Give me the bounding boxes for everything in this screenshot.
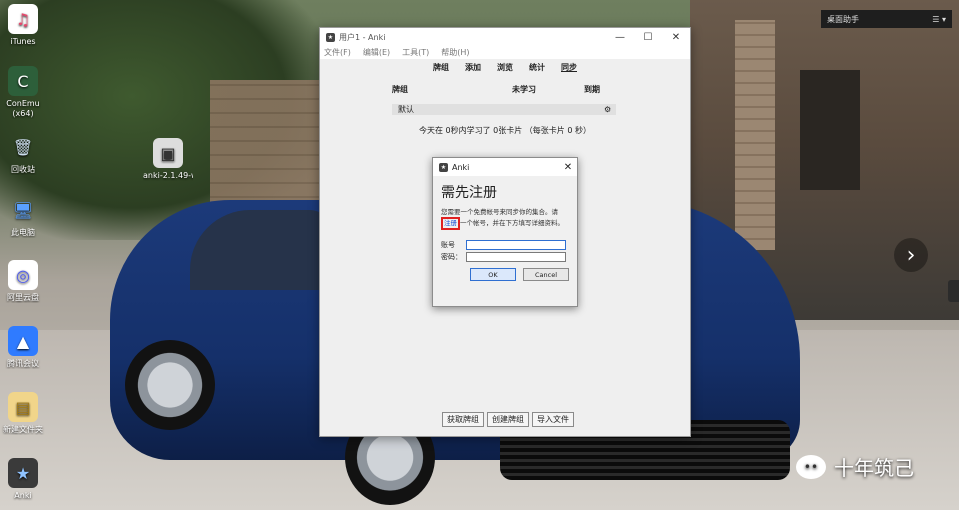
recycle-bin-icon: 🗑 xyxy=(12,137,34,157)
desktop-helper-widget[interactable]: 桌面助手 ☰ ▾ xyxy=(821,10,952,28)
wallpaper-wheel-front xyxy=(125,340,215,430)
wallpaper-window xyxy=(800,70,860,190)
wallpaper-pillar xyxy=(735,20,775,250)
desktop-icon-label: Anki xyxy=(14,491,32,500)
computer-icon: 🖥 xyxy=(12,200,34,220)
maximize-icon[interactable]: ☐ xyxy=(634,32,662,43)
cancel-button[interactable]: Cancel xyxy=(523,268,569,281)
anki-titlebar[interactable]: ★ 用户1 - Anki — ☐ ✕ xyxy=(320,28,690,46)
password-label: 密码： xyxy=(441,253,462,261)
dialog-buttons: OK Cancel xyxy=(433,268,569,281)
menu-edit[interactable]: 编辑(E) xyxy=(363,47,390,58)
gear-icon[interactable]: ⚙ xyxy=(604,105,616,114)
dialog-description: 您需要一个免费帐号来同步你的集合。请注册 一个帐号，并在下方填写详细资料。 xyxy=(441,208,571,230)
register-link[interactable]: 注册 xyxy=(444,219,457,227)
account-row: 账号 xyxy=(441,240,577,250)
toolbar-stats[interactable]: 统计 xyxy=(529,62,545,73)
dialog-title: Anki xyxy=(452,162,470,172)
menu-help[interactable]: 帮助(H) xyxy=(441,47,469,58)
desktop-icon-label: 新建文件夹 xyxy=(3,425,43,434)
menu-tools[interactable]: 工具(T) xyxy=(402,47,429,58)
deck-column-header: 牌组 xyxy=(392,85,408,94)
widget-label: 桌面助手 xyxy=(827,14,859,24)
desktop-icon-this-pc[interactable]: 🖥 此电脑 xyxy=(0,195,46,238)
anki-app-icon: ★ xyxy=(326,32,335,42)
desktop-icon-label: ConEmu (x64) xyxy=(6,99,40,118)
wallpaper-next-arrow-icon[interactable]: › xyxy=(894,238,928,272)
anki-star-icon: ★ xyxy=(8,458,38,488)
deck-actions: 获取牌组 创建牌组 导入文件 xyxy=(442,412,577,427)
ok-button[interactable]: OK xyxy=(470,268,516,281)
itunes-icon: ♫ xyxy=(8,4,38,34)
dialog-titlebar[interactable]: ★ Anki ✕ xyxy=(433,158,577,176)
desc-suffix: 一个帐号，并在下方填写详细资料。 xyxy=(460,219,564,227)
due-column-header: 到期 xyxy=(584,85,600,94)
deck-row[interactable]: 默认 ⚙ xyxy=(392,104,616,115)
password-row: 密码： xyxy=(441,252,577,262)
study-summary: 今天在 0秒内学习了 0张卡片 （每张卡片 0 秒） xyxy=(419,126,591,135)
anki-app-icon: ★ xyxy=(439,162,448,172)
desktop-icon-label: 阿里云盘 xyxy=(7,293,39,302)
deck-list-header: 牌组 未学习 到期 xyxy=(392,84,602,95)
tencent-meeting-icon: ▲ xyxy=(8,326,38,356)
create-deck-button[interactable]: 创建牌组 xyxy=(487,412,529,427)
desktop-icon-tencent-meeting[interactable]: ▲ 腾讯会议 xyxy=(0,326,46,369)
anki-toolbar: 牌组 添加 浏览 统计 同步 xyxy=(320,59,690,76)
desktop-icon-label: 回收站 xyxy=(11,165,35,174)
close-icon[interactable]: ✕ xyxy=(559,162,577,173)
side-panel-tab[interactable] xyxy=(948,280,959,302)
anki-window-title: 用户1 - Anki xyxy=(339,32,386,42)
import-file-button[interactable]: 导入文件 xyxy=(532,412,574,427)
desktop-icon-label: 此电脑 xyxy=(11,228,35,237)
toolbar-decks[interactable]: 牌组 xyxy=(433,62,449,73)
dialog-heading: 需先注册 xyxy=(441,185,497,201)
anki-menubar: 文件(F) 编辑(E) 工具(T) 帮助(H) xyxy=(320,46,690,59)
deck-name[interactable]: 默认 xyxy=(398,104,604,115)
watermark-text: 十年筑己 xyxy=(834,456,914,480)
account-label: 账号 xyxy=(441,241,455,249)
menu-file[interactable]: 文件(F) xyxy=(324,47,351,58)
desc-prefix: 您需要一个免费帐号来同步你的集合。请 xyxy=(441,208,558,216)
minimize-icon[interactable]: — xyxy=(606,32,634,43)
desktop-icon-label: iTunes xyxy=(10,37,36,46)
desktop-icon-anki[interactable]: ★ Anki xyxy=(0,458,46,501)
toolbar-add[interactable]: 添加 xyxy=(465,62,481,73)
sync-login-dialog: ★ Anki ✕ 需先注册 您需要一个免费帐号来同步你的集合。请注册 一个帐号，并… xyxy=(432,157,578,307)
watermark: •• 十年筑己 xyxy=(796,452,914,481)
desktop-icon-new-folder[interactable]: ▤ 新建文件夹 xyxy=(0,392,46,435)
new-column-header: 未学习 xyxy=(512,85,536,94)
password-input[interactable] xyxy=(466,252,566,262)
aliyun-drive-icon: ◎ xyxy=(8,260,38,290)
register-highlight: 注册 xyxy=(441,217,460,230)
installer-icon: ▣ xyxy=(153,138,183,168)
close-icon[interactable]: ✕ xyxy=(662,32,690,43)
folder-icon: ▤ xyxy=(8,392,38,422)
desktop-icon-recycle-bin[interactable]: 🗑 回收站 xyxy=(0,132,46,175)
desktop-icon-conemu[interactable]: C ConEmu (x64) xyxy=(0,66,46,119)
wallpaper-stone-wall xyxy=(210,80,320,210)
desktop-icon-label: 腾讯会议 xyxy=(7,359,39,368)
wechat-icon: •• xyxy=(796,454,826,479)
toolbar-sync[interactable]: 同步 xyxy=(561,62,577,73)
account-input[interactable] xyxy=(466,240,566,250)
toolbar-browse[interactable]: 浏览 xyxy=(497,62,513,73)
desktop-icon-label: anki-2.1.49-windows.... xyxy=(143,171,193,180)
menu-icon[interactable]: ☰ ▾ xyxy=(932,15,946,24)
desktop-icon-itunes[interactable]: ♫ iTunes xyxy=(0,4,46,47)
get-shared-button[interactable]: 获取牌组 xyxy=(442,412,484,427)
desktop-icon-anki-installer[interactable]: ▣ anki-2.1.49-windows.... xyxy=(143,138,193,181)
conemu-icon: C xyxy=(8,66,38,96)
desktop-icon-aliyun-drive[interactable]: ◎ 阿里云盘 xyxy=(0,260,46,303)
